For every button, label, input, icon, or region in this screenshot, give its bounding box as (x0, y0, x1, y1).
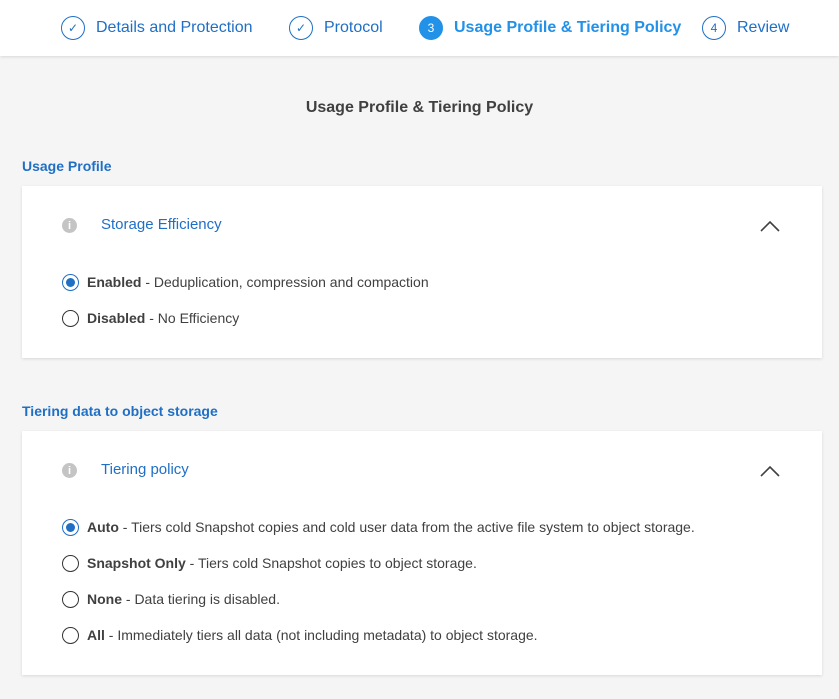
option-description: - Deduplication, compression and compact… (141, 274, 429, 290)
radio-tiering-all[interactable]: All - Immediately tiers all data (not in… (62, 625, 538, 645)
option-description: - No Efficiency (145, 310, 240, 326)
step-review[interactable]: 4 Review (702, 16, 789, 40)
chevron-up-icon[interactable] (760, 220, 780, 232)
step-number-badge: 4 (702, 16, 726, 40)
radio-tiering-none[interactable]: None - Data tiering is disabled. (62, 589, 280, 609)
option-name: Enabled (87, 274, 142, 290)
radio-storage-efficiency-disabled[interactable]: Disabled - No Efficiency (62, 308, 239, 328)
radio-tiering-auto[interactable]: Auto - Tiers cold Snapshot copies and co… (62, 517, 695, 537)
option-description: - Immediately tiers all data (not includ… (104, 627, 538, 643)
info-icon[interactable]: i (62, 218, 77, 233)
info-icon[interactable]: i (62, 463, 77, 478)
wizard-steps-bar: ✓ Details and Protection ✓ Protocol 3 Us… (0, 0, 839, 56)
step-protocol[interactable]: ✓ Protocol (289, 16, 383, 40)
option-name: Snapshot Only (87, 555, 186, 571)
tiering-policy-header[interactable]: i Tiering policy (22, 431, 822, 511)
step-label: Details and Protection (96, 19, 253, 36)
option-description: - Tiers cold Snapshot copies to object s… (185, 555, 477, 571)
radio-storage-efficiency-enabled[interactable]: Enabled - Deduplication, compression and… (62, 272, 429, 292)
option-name: All (87, 627, 105, 643)
storage-efficiency-title: Storage Efficiency (101, 216, 222, 233)
option-name: Disabled (87, 310, 146, 326)
storage-efficiency-header[interactable]: i Storage Efficiency (22, 186, 822, 266)
page-title: Usage Profile & Tiering Policy (305, 99, 534, 116)
step-details-and-protection[interactable]: ✓ Details and Protection (61, 16, 253, 40)
option-name: None (87, 591, 122, 607)
option-description: - Data tiering is disabled. (122, 591, 280, 607)
radio-button[interactable] (62, 554, 79, 572)
chevron-up-icon[interactable] (760, 465, 780, 477)
option-name: Auto (87, 519, 119, 535)
option-description: - Tiers cold Snapshot copies and cold us… (118, 519, 695, 535)
tiering-policy-title: Tiering policy (101, 461, 189, 478)
check-icon: ✓ (61, 16, 85, 40)
radio-tiering-snapshot-only[interactable]: Snapshot Only - Tiers cold Snapshot copi… (62, 553, 477, 573)
step-label: Usage Profile & Tiering Policy (454, 19, 682, 36)
storage-efficiency-card: i Storage Efficiency Enabled - Deduplica… (22, 186, 822, 358)
tiering-policy-card: i Tiering policy Auto - Tiers cold Snaps… (22, 431, 822, 675)
check-icon: ✓ (289, 16, 313, 40)
step-label: Protocol (324, 19, 383, 36)
step-usage-profile-tiering-policy[interactable]: 3 Usage Profile & Tiering Policy (419, 16, 681, 40)
radio-button[interactable] (62, 626, 79, 644)
radio-button[interactable] (62, 590, 79, 608)
radio-button-checked[interactable] (62, 273, 79, 291)
usage-profile-section-title: Usage Profile (22, 158, 112, 174)
step-label: Review (737, 19, 790, 36)
radio-button-checked[interactable] (62, 518, 79, 536)
radio-button[interactable] (62, 309, 79, 327)
tiering-section-title: Tiering data to object storage (22, 403, 218, 419)
step-number-badge: 3 (419, 16, 443, 40)
